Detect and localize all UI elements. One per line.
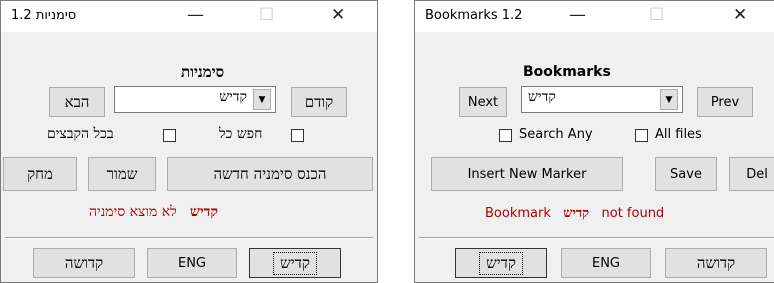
- close-icon[interactable]: ✕: [733, 5, 747, 25]
- minimize-icon[interactable]: —: [187, 5, 204, 25]
- close-icon[interactable]: ✕: [331, 5, 345, 25]
- status-word: קדיש: [563, 206, 590, 221]
- english-bookmarks-window: Bookmarks 1.2 — ☐ ✕ Bookmarks Next קדיש …: [414, 0, 774, 283]
- kedusha-button[interactable]: קדושה: [665, 248, 767, 278]
- bookmark-combobox[interactable]: קדיש ▼: [521, 86, 683, 113]
- separator: [5, 237, 373, 239]
- status-message: קדיש לא מוצא סימניה: [89, 204, 218, 221]
- combo-value: קדיש: [528, 89, 556, 105]
- status-prefix: Bookmark: [485, 206, 551, 221]
- prev-bookmark-button[interactable]: קודם: [291, 87, 347, 117]
- all-files-label: All files: [655, 127, 702, 142]
- title-bar: Bookmarks 1.2 — ☐ ✕: [415, 1, 774, 32]
- minimize-icon[interactable]: —: [569, 5, 586, 25]
- insert-new-marker-button[interactable]: הכנס סימניה חדשה: [167, 157, 373, 191]
- all-files-label: בכל הקבצים: [47, 126, 114, 142]
- status-word: קדיש: [190, 204, 218, 220]
- kedusha-button[interactable]: קדושה: [33, 248, 135, 278]
- title-bar: סימניות 1.2 — ☐ ✕: [1, 1, 377, 32]
- status-message: Bookmark קדיש not found: [485, 205, 664, 221]
- search-any-checkbox[interactable]: [499, 129, 512, 142]
- combo-value: קדיש: [219, 89, 247, 105]
- search-any-checkbox[interactable]: [291, 129, 304, 142]
- search-any-label: Search Any: [519, 127, 593, 142]
- delete-button[interactable]: מחק: [3, 157, 77, 191]
- delete-button[interactable]: Del: [729, 157, 774, 191]
- search-any-label: חפש כל: [219, 126, 263, 142]
- window-title: סימניות 1.2: [11, 8, 77, 23]
- save-button[interactable]: שמור: [88, 157, 156, 191]
- all-files-checkbox[interactable]: [635, 129, 648, 142]
- heading: Bookmarks: [523, 64, 611, 80]
- kaddish-button-label: קדיש: [479, 251, 523, 275]
- all-files-checkbox[interactable]: [163, 129, 176, 142]
- prev-button[interactable]: Prev: [697, 87, 753, 117]
- dropdown-arrow-icon[interactable]: ▼: [660, 89, 678, 110]
- separator: [419, 237, 774, 239]
- kaddish-button-label: קדיש: [273, 251, 317, 275]
- maximize-icon: ☐: [259, 5, 275, 25]
- eng-button[interactable]: ENG: [561, 248, 651, 278]
- kaddish-button[interactable]: קדיש: [249, 248, 341, 278]
- kaddish-button[interactable]: קדיש: [455, 248, 547, 278]
- next-button[interactable]: Next: [459, 87, 507, 117]
- status-prefix: לא מוצא סימניה: [89, 204, 177, 220]
- save-button[interactable]: Save: [655, 157, 717, 191]
- heading: סימניות: [181, 63, 225, 81]
- hebrew-bookmarks-window: סימניות 1.2 — ☐ ✕ סימניות הבא קדיש ▼ קוד…: [0, 0, 378, 283]
- window-title: Bookmarks 1.2: [425, 8, 523, 23]
- insert-new-marker-button[interactable]: Insert New Marker: [431, 157, 623, 191]
- status-suffix: not found: [601, 206, 665, 221]
- maximize-icon: ☐: [649, 5, 665, 25]
- eng-button[interactable]: ENG: [147, 248, 237, 278]
- bookmark-combobox[interactable]: קדיש ▼: [114, 86, 276, 113]
- dropdown-arrow-icon[interactable]: ▼: [253, 89, 271, 110]
- next-bookmark-button[interactable]: הבא: [49, 87, 105, 117]
